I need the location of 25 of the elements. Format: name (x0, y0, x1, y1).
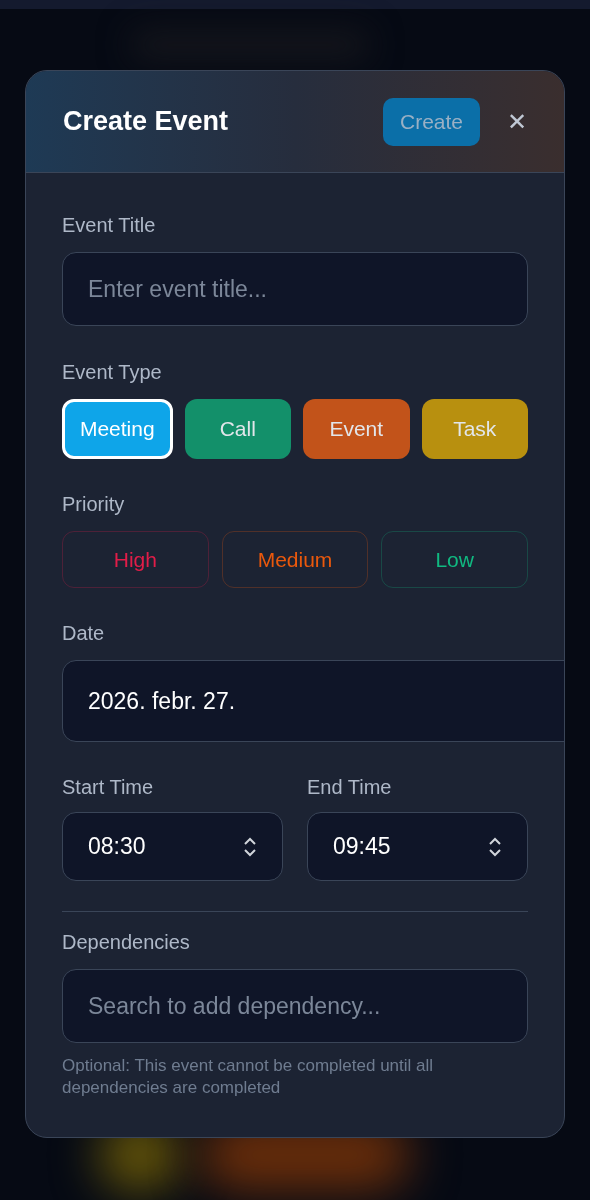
help-text: Optional: This event cannot be completed until all dependencies are completed (62, 1055, 435, 1099)
create-button[interactable]: Create (382, 97, 480, 146)
time-field[interactable]: 08:30 (62, 812, 283, 881)
event-type-button[interactable]: Event (303, 399, 410, 459)
field-label: Event Title (62, 215, 157, 235)
field-label: Dependencies (62, 932, 191, 952)
field-label: End Time (307, 777, 393, 797)
spinner-icon (243, 835, 257, 858)
priority-button[interactable]: High (62, 531, 209, 588)
field-label: Event Type (62, 362, 163, 382)
event-type-button[interactable]: Task (421, 399, 528, 459)
date-field[interactable]: 2026. febr. 27. (62, 660, 564, 742)
event-type-button[interactable]: Call (184, 399, 291, 459)
spinner-icon (488, 835, 502, 858)
time-field[interactable]: 09:45 (307, 812, 528, 881)
priority-button[interactable]: Low (381, 531, 528, 588)
field-label: Start Time (62, 777, 155, 797)
field-label: Date (62, 623, 106, 643)
title-input[interactable]: Enter event title... (62, 252, 528, 326)
field-label: Priority (62, 494, 126, 514)
event-type-button[interactable]: Meeting (62, 399, 173, 459)
dependency-search-field[interactable]: Search to add dependency... (62, 969, 528, 1043)
modal-title: Create Event (63, 105, 230, 139)
close-button[interactable]: ✕ (507, 109, 527, 134)
priority-button[interactable]: Medium (221, 531, 369, 588)
